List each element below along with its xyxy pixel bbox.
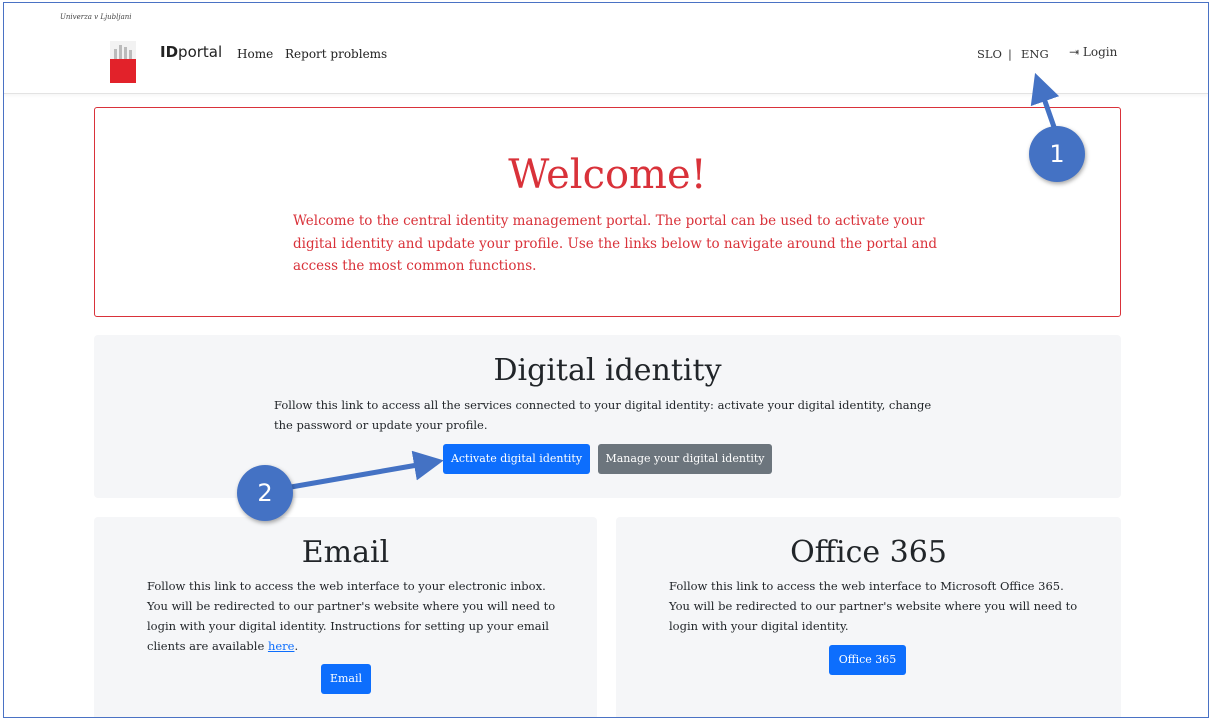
callout-1-arrow	[1030, 72, 1060, 128]
annotation-arrows	[290, 72, 1060, 490]
callout-2: 2	[237, 465, 293, 521]
callout-1: 1	[1029, 126, 1085, 182]
callout-2-arrow	[290, 450, 444, 490]
browser-frame: Univerza v Ljubljani IDportal Home Repor…	[3, 2, 1209, 718]
